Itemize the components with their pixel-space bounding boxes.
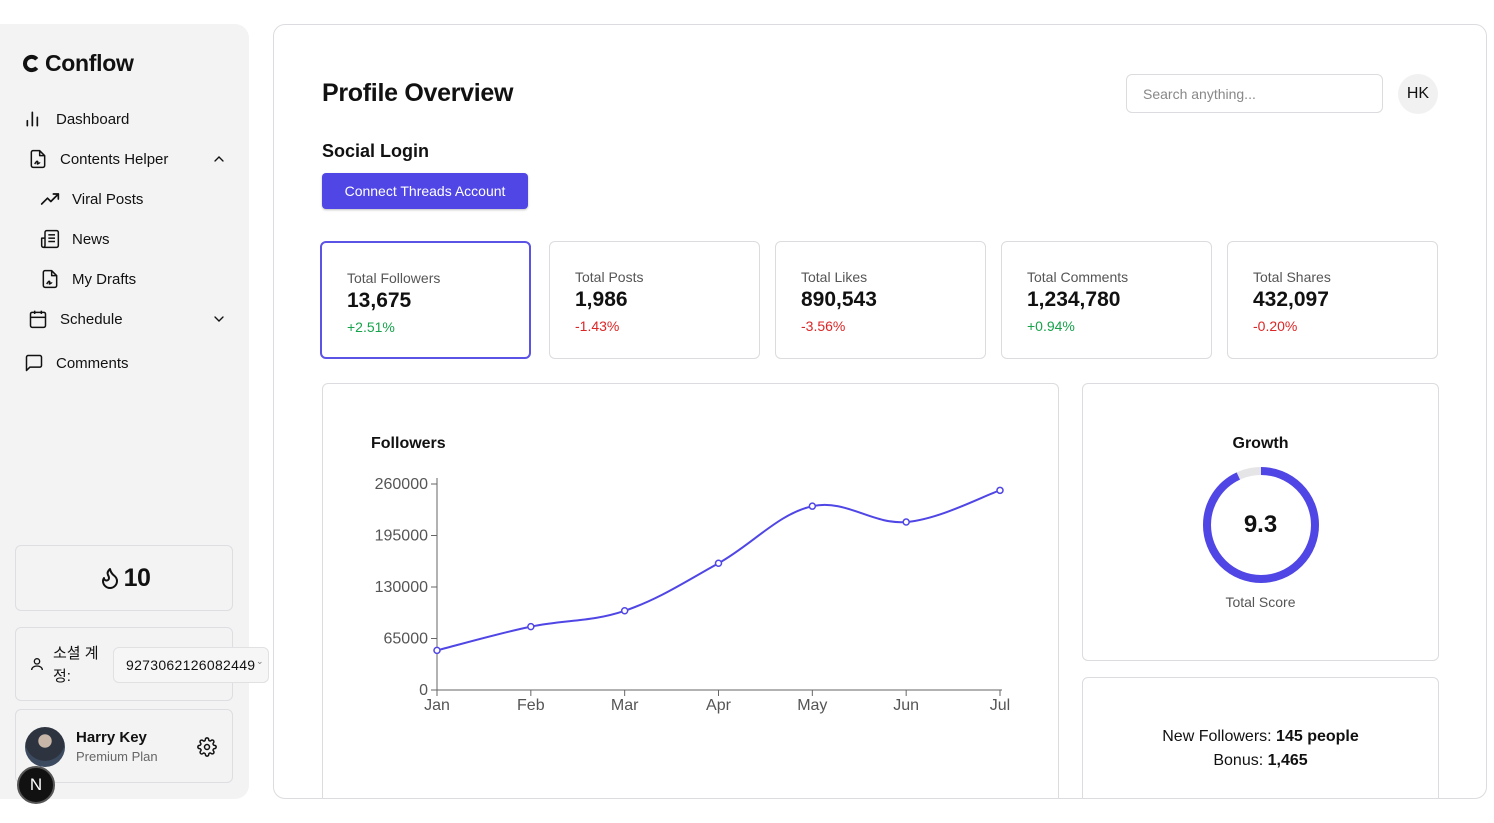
stat-label: Total Shares [1253, 269, 1331, 285]
stat-card-posts[interactable]: Total Posts 1,986 -1.43% [549, 241, 760, 359]
y-tick-label: 195000 [375, 528, 428, 545]
stat-value: 1,234,780 [1027, 288, 1121, 311]
bonus-value: 1,465 [1267, 752, 1308, 769]
user-icon [31, 658, 43, 671]
connect-threads-button[interactable]: Connect Threads Account [322, 173, 528, 209]
y-tick-label: 65000 [384, 631, 429, 648]
x-tick-label: Feb [517, 697, 545, 714]
stat-label: Total Followers [347, 270, 441, 286]
sidebar-item-label: Schedule [60, 310, 123, 328]
stat-change: +2.51% [347, 319, 395, 335]
x-tick-label: Mar [611, 697, 639, 714]
stat-card-likes[interactable]: Total Likes 890,543 -3.56% [775, 241, 986, 359]
dev-badge[interactable]: N [17, 766, 55, 804]
stat-label: Total Likes [801, 269, 868, 285]
new-followers-line: New Followers: 145 people [1083, 728, 1438, 746]
growth-score-label: Total Score [1225, 594, 1296, 610]
user-name: Harry Key [76, 729, 147, 746]
x-tick-label: May [797, 697, 827, 714]
x-tick-label: Jun [893, 697, 919, 714]
chevron-up-icon[interactable] [211, 151, 227, 167]
data-point [433, 646, 441, 655]
bar-chart-icon [26, 111, 39, 127]
app-name: Conflow [45, 50, 134, 76]
app-logo[interactable]: Conflow [22, 50, 134, 77]
social-login-title: Social Login [322, 141, 430, 161]
chevron-down-icon[interactable]: ⌄ [256, 656, 266, 666]
sidebar-item-label: Comments [56, 354, 129, 372]
flame-icon [101, 568, 118, 589]
sidebar-item-label: Contents Helper [60, 150, 169, 168]
sidebar-item-label: Viral Posts [72, 190, 144, 208]
calendar-icon [29, 310, 47, 329]
x-tick-label: Apr [706, 697, 732, 714]
sidebar-item-my-drafts[interactable]: My Drafts [40, 269, 136, 289]
followers-line-chart: 065000130000195000260000Jan Feb Mar Apr May J… [375, 476, 1011, 714]
data-point [527, 622, 535, 631]
stat-change: -1.43% [575, 318, 620, 334]
page-title: Profile Overview [322, 79, 514, 107]
message-square-icon [25, 354, 43, 372]
new-followers-value: 145 people [1276, 728, 1359, 745]
growth-card: Growth 9.3 Total Score [1082, 383, 1439, 661]
sidebar-item-dashboard[interactable]: Dashboard [24, 109, 129, 129]
sidebar: Conflow Dashboard Contents Helper Viral … [0, 24, 304, 799]
stat-value: 890,543 [801, 288, 877, 311]
x-tick-label: Jul [990, 697, 1010, 714]
stat-value: 1,986 [575, 288, 628, 311]
search-input[interactable] [1126, 74, 1383, 113]
social-account-card: 소셜 계정: 9273062126082449 [15, 627, 269, 701]
trending-up-icon [40, 193, 60, 205]
sidebar-item-contents-helper[interactable]: Contents Helper [28, 149, 224, 169]
stat-change: -3.56% [801, 318, 846, 334]
y-tick-label: 260000 [375, 476, 428, 493]
stat-value: 13,675 [347, 289, 412, 312]
sidebar-item-schedule[interactable]: Schedule [28, 309, 224, 329]
y-tick-label: 130000 [375, 579, 428, 596]
stat-card-followers[interactable]: Total Followers 13,675 +2.51% [320, 241, 531, 359]
social-account-select[interactable]: 9273062126082449 [113, 647, 269, 683]
growth-title: Growth [1232, 435, 1289, 452]
sidebar-item-viral-posts[interactable]: Viral Posts [40, 189, 143, 209]
growth-score: 9.3 [1243, 511, 1278, 538]
bonus-label: Bonus: [1213, 752, 1264, 769]
series-line [436, 489, 1001, 652]
new-followers-label: New Followers: [1162, 728, 1272, 745]
data-point [714, 559, 723, 567]
data-point [620, 607, 629, 615]
stat-label: Total Posts [575, 269, 644, 285]
stat-card-comments[interactable]: Total Comments 1,234,780 +0.94% [1001, 241, 1212, 359]
stat-label: Total Comments [1027, 269, 1129, 285]
file-signature-icon [42, 269, 58, 289]
social-account-label: 소셜 계정: [53, 645, 99, 685]
avatar[interactable]: HK [1398, 74, 1438, 114]
streak-count: 10 [123, 563, 151, 592]
stat-value: 432,097 [1253, 288, 1329, 311]
followers-chart-card: Followers 0 65000 130000 195000 260000 Jan Feb… [322, 383, 1059, 798]
main-panel: Profile Overview HK Social Login Connect… [273, 24, 1487, 799]
stat-card-shares[interactable]: Total Shares 432,097 -0.20% [1227, 241, 1438, 359]
sidebar-item-label: News [72, 230, 110, 248]
sidebar-item-comments[interactable]: Comments [24, 353, 129, 373]
newspaper-icon [40, 229, 60, 249]
avatar[interactable] [25, 727, 65, 767]
file-signature-icon [30, 149, 46, 169]
stat-change: +0.94% [1027, 318, 1075, 334]
gear-icon[interactable] [197, 737, 217, 757]
sidebar-item-news[interactable]: News [40, 229, 110, 249]
sidebar-item-label: My Drafts [72, 270, 137, 288]
stat-change: -0.20% [1253, 318, 1298, 334]
new-followers-card: New Followers: 145 people Bonus: 1,465 [1082, 677, 1439, 798]
logo-icon [23, 54, 39, 73]
bonus-line: Bonus: 1,465 [1083, 752, 1438, 770]
data-point [902, 518, 910, 526]
sidebar-item-label: Dashboard [56, 110, 130, 128]
data-point [996, 486, 1004, 495]
data-point [808, 502, 817, 510]
user-plan: Premium Plan [76, 749, 158, 764]
streak-card: 10 [15, 545, 233, 611]
chevron-down-icon[interactable] [211, 311, 227, 327]
x-tick-label: Jan [424, 697, 450, 714]
